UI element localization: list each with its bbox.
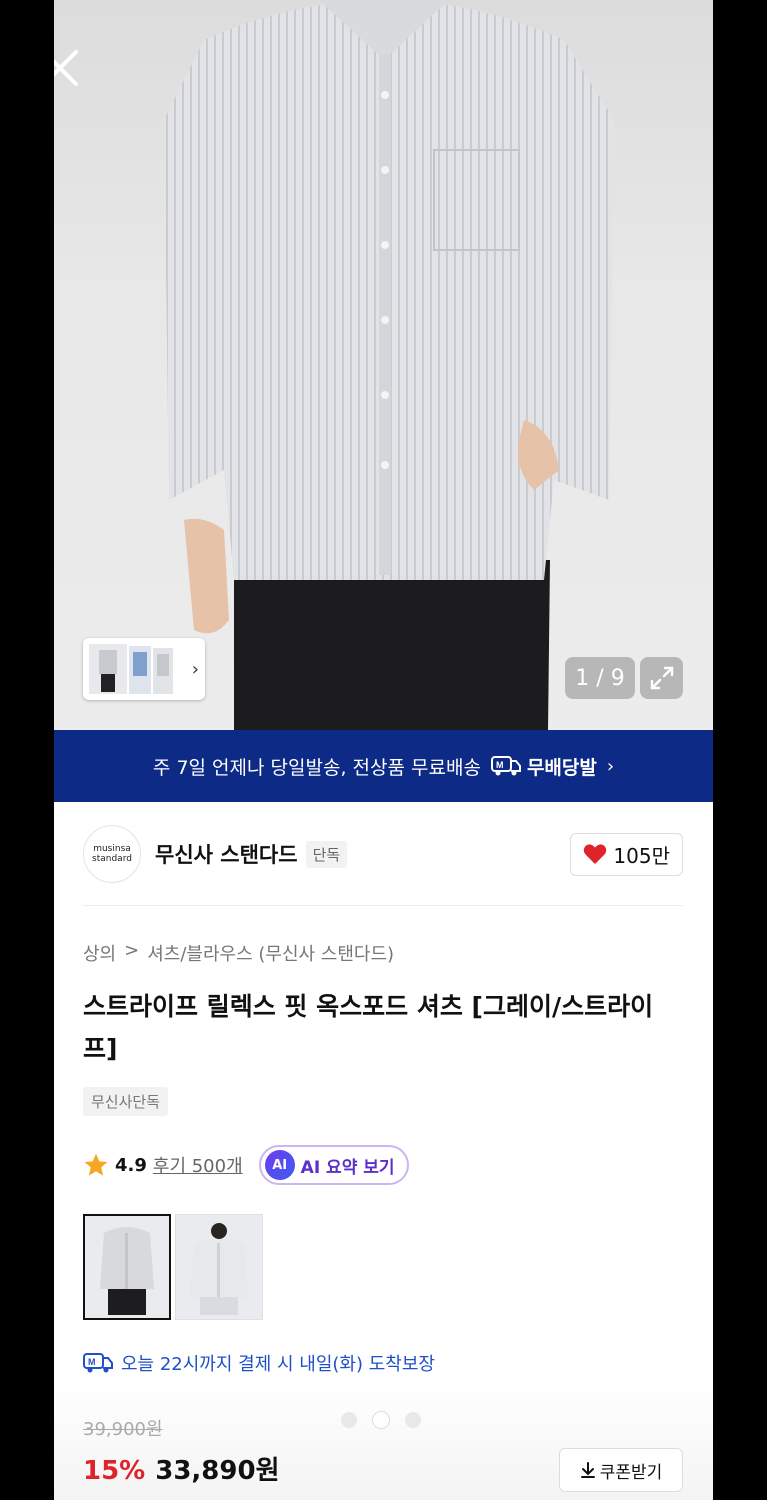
chevron-right-icon: › [606,755,615,777]
fullscreen-button[interactable] [640,657,683,699]
page-dot-active [373,1412,389,1428]
breadcrumb-level2[interactable]: 셔츠/블라우스 (무신사 스탠다드) [147,940,394,966]
delivery-text: 오늘 22시까지 결제 시 내일(화) 도착보장 [121,1354,435,1375]
swatch-image [100,1227,154,1315]
color-option[interactable] [83,1214,171,1320]
close-icon [54,50,78,86]
discount-rate: 15% [83,1456,146,1486]
thumbnail-images [89,644,173,694]
exclusive-badge: 단독 [305,840,348,868]
delivery-guarantee[interactable]: M 오늘 22시까지 결제 시 내일(화) 도착보장 [83,1350,435,1376]
download-icon [580,1462,595,1478]
exclusive-tag: 무신사단독 [83,1087,169,1116]
color-options [83,1214,263,1320]
product-page: › 1 / 9 주 7일 언제나 당일발송, 전상품 무료배송 M 무배당발 ›… [54,0,713,1500]
page-dot [405,1412,421,1428]
banner-brand-label: 무배당발 [526,756,597,779]
banner-brand: M 무배당발 [490,753,597,780]
expand-icon [650,666,673,690]
star-icon [84,1153,108,1176]
swatch-image [190,1223,248,1315]
reviews-link[interactable]: 후기 500개 [153,1152,243,1178]
image-counter: 1 / 9 [565,657,635,699]
breadcrumb-level1[interactable]: 상의 [83,940,116,966]
ai-summary-label: AI 요약 보기 [300,1157,395,1178]
coupon-button[interactable]: 쿠폰받기 [559,1448,683,1492]
chevron-right-icon: › [191,658,199,680]
brand-row: musinsa standard 무신사 스탠다드 단독 105만 [83,824,683,884]
coupon-label: 쿠폰받기 [599,1462,663,1483]
delivery-truck-icon: M [83,1353,113,1373]
breadcrumb-separator: > [124,940,140,961]
product-photo [164,0,614,730]
delivery-truck-icon: M [490,756,521,776]
sale-price: 33,890원 [155,1456,280,1486]
page-dot [341,1412,357,1428]
breadcrumb: 상의 > 셔츠/블라우스 (무신사 스탠다드) [83,940,394,966]
image-thumbnail-strip[interactable]: › [83,638,205,700]
svg-text:M: M [496,760,504,770]
banner-text: 주 7일 언제나 당일발송, 전상품 무료배송 [152,756,481,779]
ai-icon: AI [264,1150,295,1180]
logo-line1: musinsa [93,844,131,854]
brand-logo[interactable]: musinsa standard [83,825,141,883]
original-price: 39,900원 [83,1419,163,1440]
brand-name[interactable]: 무신사 스탠다드 [155,839,298,869]
divider [83,905,683,906]
price-row: 15% 33,890원 [83,1450,280,1487]
rating-value: 4.9 [115,1154,147,1176]
ai-summary-button[interactable]: AI AI 요약 보기 [258,1145,409,1185]
page-indicator [341,1412,421,1428]
shipping-banner[interactable]: 주 7일 언제나 당일발송, 전상품 무료배송 M 무배당발 › [54,730,713,802]
heart-icon [584,844,607,864]
rating-row: 4.9 후기 500개 AI AI 요약 보기 [83,1144,409,1186]
color-option[interactable] [175,1214,263,1320]
like-count: 105만 [613,843,670,868]
product-image-gallery[interactable]: › 1 / 9 [54,0,713,730]
like-button[interactable]: 105만 [570,832,683,876]
svg-text:M: M [88,1357,96,1367]
product-title: 스트라이프 릴렉스 핏 옥스포드 셔츠 [그레이/스트라이프] [83,992,654,1063]
close-button[interactable] [54,44,84,92]
logo-line2: standard [92,854,132,864]
